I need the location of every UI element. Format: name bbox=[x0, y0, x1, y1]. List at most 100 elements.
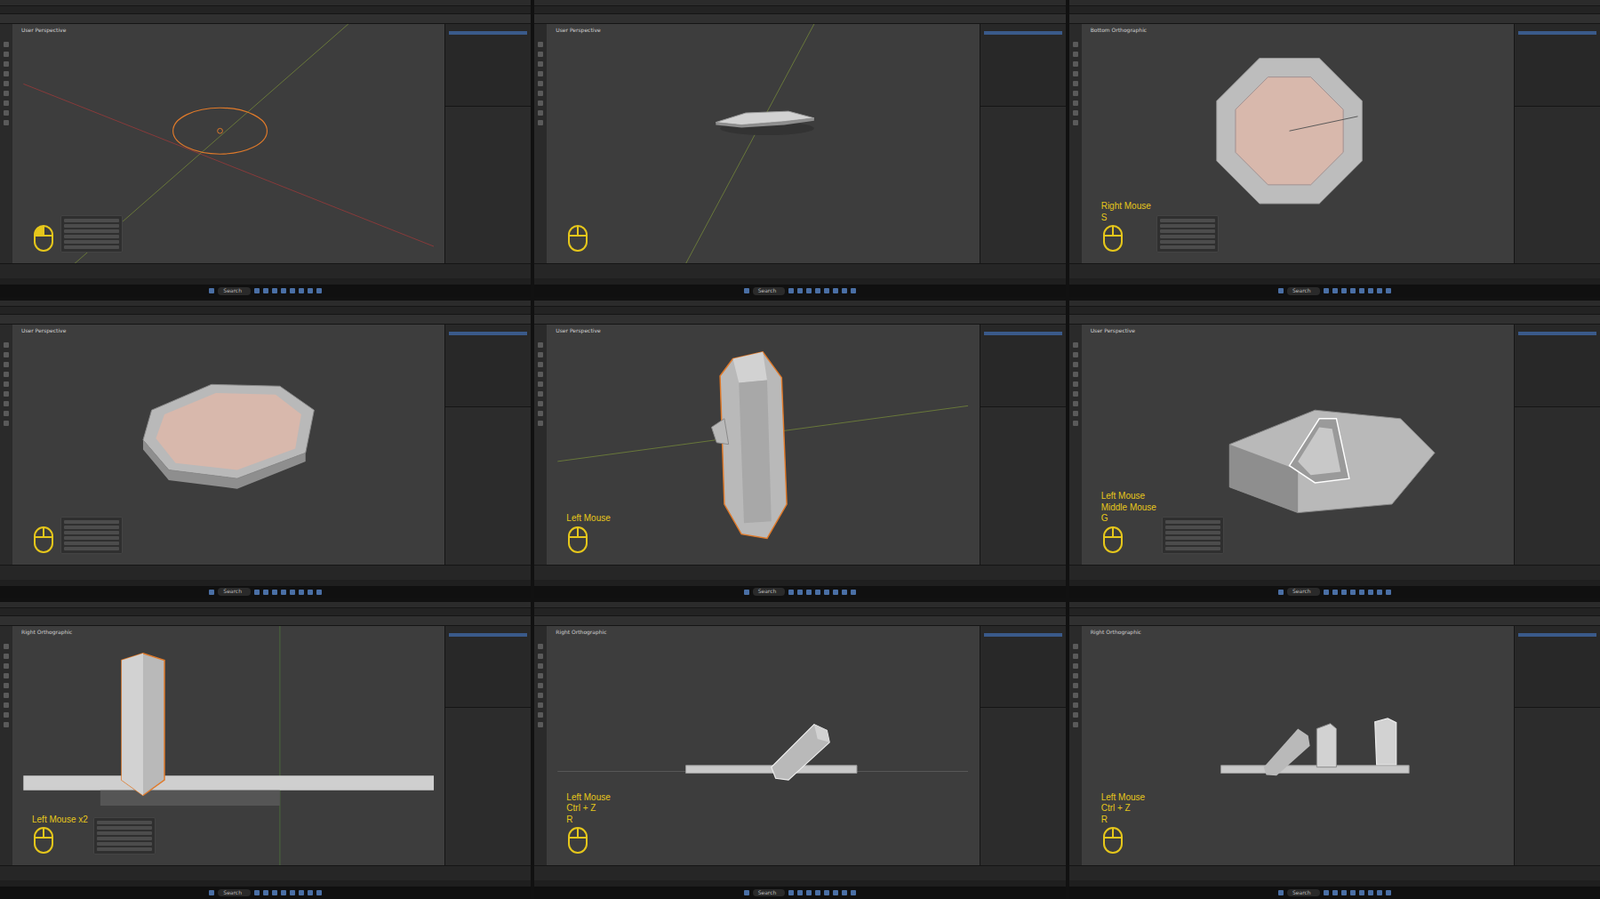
redo-row[interactable] bbox=[64, 218, 120, 223]
tool-icon[interactable] bbox=[1072, 71, 1079, 77]
timeline[interactable] bbox=[534, 864, 1065, 880]
redo-row[interactable] bbox=[1165, 530, 1221, 535]
outliner[interactable] bbox=[445, 24, 531, 107]
tool-icon[interactable] bbox=[3, 692, 9, 698]
app-icon[interactable] bbox=[289, 889, 296, 896]
tool-icon[interactable] bbox=[3, 120, 9, 126]
tool-icon[interactable] bbox=[3, 61, 9, 67]
app-icon[interactable] bbox=[1359, 288, 1365, 294]
outliner-selection[interactable] bbox=[448, 331, 528, 336]
outliner-selection[interactable] bbox=[984, 331, 1063, 336]
tool-icon[interactable] bbox=[537, 352, 544, 358]
redo-row[interactable] bbox=[64, 520, 120, 524]
outliner-selection[interactable] bbox=[984, 632, 1063, 637]
tool-icon[interactable] bbox=[1072, 692, 1079, 698]
viewport[interactable]: User PerspectiveLeft Mouse bbox=[546, 324, 979, 564]
tool-icon[interactable] bbox=[1072, 702, 1079, 708]
app-icon[interactable] bbox=[797, 889, 803, 896]
app-icon[interactable] bbox=[280, 589, 287, 595]
tool-icon[interactable] bbox=[1072, 352, 1079, 358]
app-icon[interactable] bbox=[254, 589, 260, 595]
app-icon[interactable] bbox=[824, 288, 830, 294]
properties-panel[interactable] bbox=[980, 707, 1066, 865]
app-icon[interactable] bbox=[254, 889, 260, 896]
app-icon[interactable] bbox=[806, 288, 812, 294]
app-icon[interactable] bbox=[272, 589, 278, 595]
tool-icon[interactable] bbox=[537, 653, 544, 659]
tool-icon[interactable] bbox=[3, 352, 9, 358]
redo-row[interactable] bbox=[1160, 229, 1216, 233]
redo-row[interactable] bbox=[1165, 525, 1221, 529]
tool-icon[interactable] bbox=[1072, 61, 1079, 67]
redo-panel[interactable] bbox=[60, 215, 123, 253]
taskbar-search[interactable]: Search bbox=[752, 888, 786, 897]
outliner-selection[interactable] bbox=[448, 31, 528, 35]
tool-icon[interactable] bbox=[3, 410, 9, 416]
viewport[interactable]: User Perspective bbox=[546, 24, 979, 264]
app-icon[interactable] bbox=[850, 889, 856, 896]
tool-icon[interactable] bbox=[1072, 391, 1079, 397]
tool-icon[interactable] bbox=[1072, 420, 1079, 426]
tool-icon[interactable] bbox=[1072, 120, 1079, 126]
app-icon[interactable] bbox=[1323, 288, 1329, 294]
app-icon[interactable] bbox=[1368, 589, 1374, 595]
tool-icon[interactable] bbox=[537, 400, 544, 407]
redo-row[interactable] bbox=[64, 245, 120, 249]
redo-row[interactable] bbox=[64, 541, 120, 545]
app-icon[interactable] bbox=[850, 288, 856, 294]
app-icon[interactable] bbox=[263, 589, 269, 595]
viewport[interactable]: Right OrthographicLeft MouseCtrl + ZR bbox=[546, 625, 979, 865]
tool-icon[interactable] bbox=[3, 110, 9, 116]
tool-icon[interactable] bbox=[1072, 663, 1079, 669]
outliner-selection[interactable] bbox=[1518, 632, 1597, 637]
redo-row[interactable] bbox=[96, 836, 152, 840]
tool-icon[interactable] bbox=[3, 663, 9, 669]
redo-row[interactable] bbox=[64, 229, 120, 233]
tool-icon[interactable] bbox=[1072, 682, 1079, 688]
taskbar-search[interactable]: Search bbox=[217, 587, 251, 596]
tool-icon[interactable] bbox=[3, 371, 9, 377]
app-icon[interactable] bbox=[272, 889, 278, 896]
taskbar-search[interactable]: Search bbox=[1287, 587, 1320, 596]
properties-panel[interactable] bbox=[1514, 407, 1600, 565]
app-icon[interactable] bbox=[316, 889, 322, 896]
outliner[interactable] bbox=[1514, 24, 1600, 107]
app-icon[interactable] bbox=[254, 288, 260, 294]
redo-row[interactable] bbox=[64, 546, 120, 551]
tool-icon[interactable] bbox=[537, 90, 544, 96]
tool-icon[interactable] bbox=[1072, 361, 1079, 368]
app-icon[interactable] bbox=[263, 889, 269, 896]
scene-drawing[interactable] bbox=[546, 324, 979, 564]
app-icon[interactable] bbox=[1376, 889, 1383, 896]
viewport[interactable]: Right OrthographicLeft MouseCtrl + ZR bbox=[1081, 625, 1514, 865]
outliner[interactable] bbox=[1514, 324, 1600, 408]
tool-icon[interactable] bbox=[3, 391, 9, 397]
tool-icon[interactable] bbox=[3, 381, 9, 387]
tool-icon[interactable] bbox=[3, 712, 9, 718]
outliner-selection[interactable] bbox=[1518, 31, 1597, 35]
windows-icon[interactable] bbox=[1278, 889, 1284, 896]
timeline[interactable] bbox=[1069, 263, 1600, 279]
tool-icon[interactable] bbox=[1072, 80, 1079, 87]
tool-icon[interactable] bbox=[537, 361, 544, 368]
properties-panel[interactable] bbox=[445, 106, 531, 264]
tool-icon[interactable] bbox=[537, 702, 544, 708]
app-icon[interactable] bbox=[841, 589, 848, 595]
redo-row[interactable] bbox=[64, 234, 120, 239]
tool-icon[interactable] bbox=[1072, 643, 1079, 649]
windows-icon[interactable] bbox=[208, 589, 215, 595]
windows-icon[interactable] bbox=[744, 889, 750, 896]
tool-icon[interactable] bbox=[1072, 381, 1079, 387]
app-icon[interactable] bbox=[1376, 589, 1383, 595]
properties-panel[interactable] bbox=[445, 707, 531, 865]
app-icon[interactable] bbox=[1323, 589, 1329, 595]
app-icon[interactable] bbox=[788, 889, 794, 896]
viewport[interactable]: Bottom OrthographicRight MouseS bbox=[1081, 24, 1514, 264]
timeline[interactable] bbox=[534, 564, 1065, 580]
app-icon[interactable] bbox=[850, 589, 856, 595]
taskbar-search[interactable]: Search bbox=[217, 287, 251, 296]
app-icon[interactable] bbox=[806, 889, 812, 896]
tool-icon[interactable] bbox=[3, 51, 9, 57]
tool-icon[interactable] bbox=[3, 672, 9, 679]
app-icon[interactable] bbox=[841, 889, 848, 896]
